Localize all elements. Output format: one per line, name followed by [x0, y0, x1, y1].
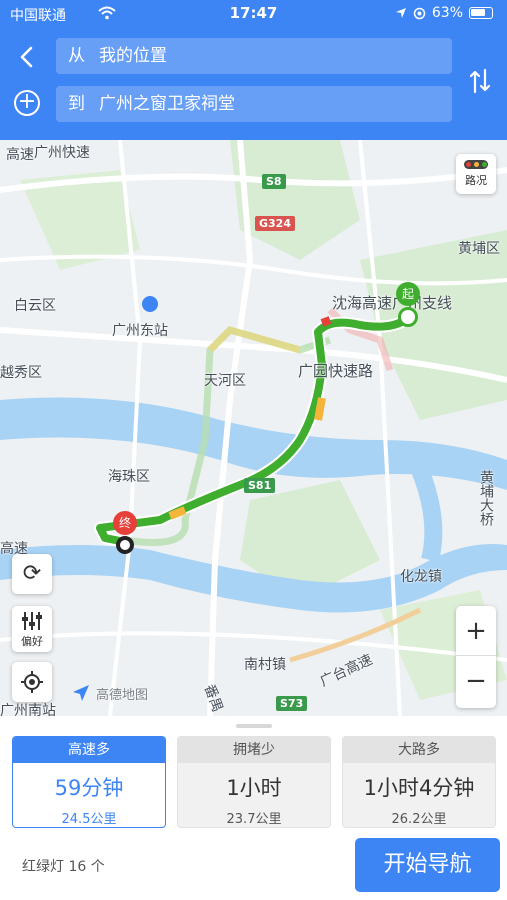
battery-icon	[469, 7, 493, 19]
map-label: 沈海高速广州支线	[332, 294, 453, 312]
zoom-in-button[interactable]: +	[456, 606, 496, 656]
locate-icon	[21, 671, 43, 693]
map-label: 白云区	[14, 298, 56, 314]
preference-button-label: 偏好	[21, 635, 43, 648]
traffic-button-label: 路况	[465, 174, 487, 187]
refresh-icon: ⟳	[22, 561, 42, 586]
map-view[interactable]: 高速 广州快速 S8 G324 黄埔区 白云区 广州东站 沈海高速广州支线 越秀…	[0, 140, 507, 716]
route-duration: 1小时	[226, 776, 282, 800]
route-tag: 拥堵少	[178, 737, 330, 763]
road-sign: G324	[255, 216, 295, 231]
from-field[interactable]: 从我的位置	[56, 38, 452, 74]
start-navigation-button[interactable]: 开始导航	[355, 838, 500, 892]
location-arrow-icon	[395, 8, 406, 18]
route-option-2[interactable]: 拥堵少 1小时 23.7公里	[177, 736, 331, 828]
route-distance: 23.7公里	[226, 812, 282, 827]
road-sign: S81	[244, 478, 276, 493]
route-option-1[interactable]: 高速多 59分钟 24.5公里	[12, 736, 166, 828]
route-panel: 高速多 59分钟 24.5公里 拥堵少 1小时 23.7公里 大路多 1小时4分…	[0, 716, 507, 900]
end-marker[interactable]: 终	[113, 511, 137, 535]
route-distance: 26.2公里	[391, 812, 447, 827]
route-tag: 大路多	[343, 737, 495, 763]
sliders-icon	[22, 612, 42, 630]
map-label: 广州快速	[34, 145, 90, 161]
orientation-lock-icon	[413, 7, 426, 19]
refresh-button[interactable]: ⟳	[12, 554, 52, 594]
traffic-toggle-button[interactable]: 路况	[456, 154, 496, 194]
map-label: 海珠区	[108, 469, 150, 485]
route-distance: 24.5公里	[61, 812, 117, 827]
map-label: 黄埔区	[458, 241, 500, 257]
route-duration: 59分钟	[54, 776, 124, 800]
battery-percent: 63%	[431, 5, 463, 21]
map-label: 高速	[6, 147, 34, 163]
map-label: 越秀区	[0, 365, 42, 381]
from-prefix: 从	[68, 46, 85, 66]
traffic-lights-count: 红绿灯 16 个	[22, 859, 105, 875]
amap-logo-icon	[73, 685, 89, 701]
road-sign: S73	[276, 696, 308, 711]
locate-button[interactable]	[12, 662, 52, 702]
zoom-out-button[interactable]: −	[456, 656, 496, 706]
swap-icon[interactable]	[467, 66, 493, 96]
from-value: 我的位置	[99, 46, 167, 66]
status-bar: 中国联通 17:47 63%	[0, 0, 507, 28]
amap-logo-text: 高德地图	[96, 688, 149, 703]
to-prefix: 到	[68, 94, 85, 114]
map-label: 广园快速路	[298, 362, 374, 380]
route-option-3[interactable]: 大路多 1小时4分钟 26.2公里	[342, 736, 496, 828]
map-label: 广州南站	[0, 703, 56, 716]
to-field[interactable]: 到广州之窗卫家祠堂	[56, 86, 452, 122]
station-icon	[142, 296, 158, 312]
back-arrow-icon[interactable]	[12, 42, 42, 72]
to-value: 广州之窗卫家祠堂	[99, 94, 235, 114]
traffic-light-icon	[464, 160, 488, 169]
route-duration: 1小时4分钟	[363, 776, 475, 800]
zoom-control: + −	[456, 606, 496, 708]
road-sign: S8	[262, 174, 286, 189]
map-background	[0, 140, 507, 716]
drag-handle[interactable]	[236, 724, 272, 728]
preference-button[interactable]: 偏好	[12, 606, 52, 652]
map-label: 黄埔大桥	[478, 470, 494, 526]
start-location-dot	[398, 307, 418, 327]
map-label: 化龙镇	[400, 569, 442, 585]
map-label: 南村镇	[244, 657, 286, 673]
header-bar: 中国联通 17:47 63% 从我的位置 + 到广州之窗卫家祠堂	[0, 0, 507, 140]
add-waypoint-icon[interactable]: +	[14, 90, 40, 116]
route-tag: 高速多	[13, 737, 165, 763]
end-location-dot	[116, 536, 134, 554]
start-marker[interactable]: 起	[396, 282, 420, 306]
map-label: 广州东站	[112, 323, 168, 339]
map-label: 天河区	[204, 373, 246, 389]
